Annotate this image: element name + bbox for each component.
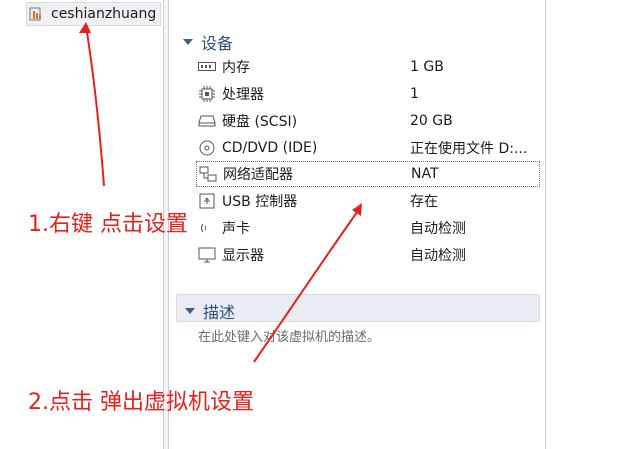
annotation-step1: 1.右键 点击设置	[28, 212, 188, 237]
annotation-step2: 2.点击 弹出虚拟机设置	[28, 390, 254, 415]
